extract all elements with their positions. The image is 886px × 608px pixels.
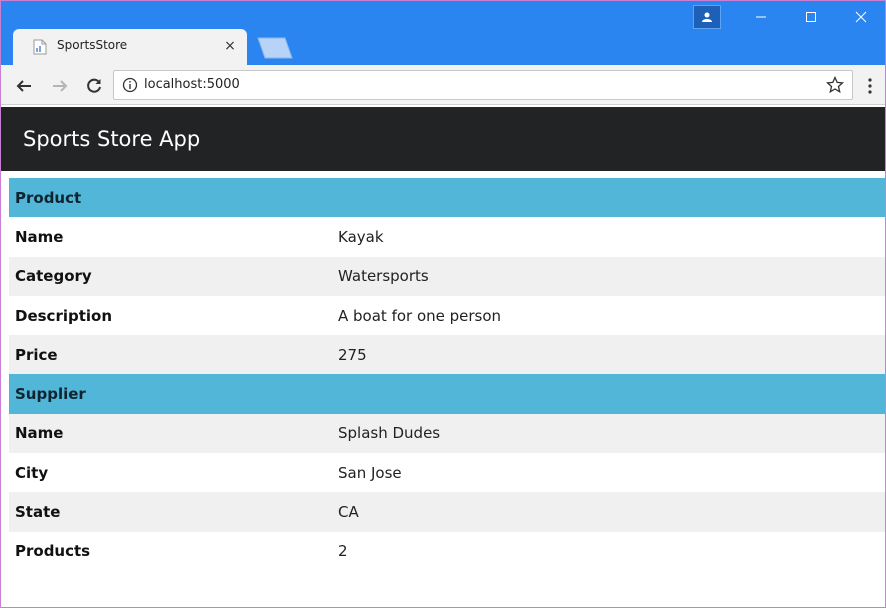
app-brand: Sports Store App (23, 127, 201, 151)
row-label: State (15, 503, 61, 522)
new-tab-button[interactable] (255, 37, 295, 59)
section-title: Supplier (15, 385, 86, 404)
maximize-button[interactable] (787, 1, 835, 33)
back-arrow-icon[interactable] (13, 75, 35, 97)
reload-icon[interactable] (83, 75, 105, 97)
table-row: Category Watersports (9, 256, 885, 296)
row-value: 2 (338, 542, 348, 561)
row-value: Kayak (338, 227, 384, 246)
details-table: Product Name Kayak Category Watersports … (9, 178, 885, 571)
row-label: Price (15, 345, 58, 364)
row-label: Category (15, 267, 92, 286)
address-bar[interactable]: localhost:5000 (113, 70, 853, 100)
minimize-button[interactable] (737, 1, 785, 33)
profile-icon[interactable] (693, 5, 721, 29)
product-section-header: Product (9, 178, 885, 218)
row-value: 275 (338, 345, 367, 364)
table-row: State CA (9, 492, 885, 532)
row-value: Watersports (338, 267, 429, 286)
section-title: Product (15, 188, 82, 207)
row-value: San Jose (338, 463, 402, 482)
page-icon (33, 39, 47, 55)
url-text: localhost:5000 (144, 77, 240, 92)
row-label: City (15, 463, 49, 482)
row-label: Products (15, 542, 91, 561)
title-bar: SportsStore × (1, 1, 885, 65)
supplier-section-header: Supplier (9, 374, 885, 414)
forward-arrow-icon[interactable] (49, 75, 71, 97)
info-icon[interactable] (122, 77, 138, 93)
table-row: Name Splash Dudes (9, 413, 885, 454)
more-menu-icon[interactable] (863, 77, 877, 95)
row-value: A boat for one person (338, 306, 502, 325)
row-value: CA (338, 503, 359, 522)
table-row: Name Kayak (9, 217, 885, 257)
table-row: Description A boat for one person (9, 295, 885, 336)
row-value: Splash Dudes (338, 424, 441, 443)
browser-toolbar: localhost:5000 (1, 65, 885, 105)
tab-sportsstore[interactable]: SportsStore × (13, 29, 247, 65)
browser-window: SportsStore × localhost:5000 Sports Stor… (0, 0, 886, 608)
table-row: Products 2 (9, 531, 885, 571)
table-row: City San Jose (9, 453, 885, 493)
tab-close-icon[interactable]: × (221, 37, 239, 55)
tab-title: SportsStore (57, 38, 128, 52)
row-label: Description (15, 306, 113, 325)
bookmark-star-icon[interactable] (825, 75, 845, 94)
table-row: Price 275 (9, 335, 885, 375)
row-label: Name (15, 227, 64, 246)
app-navbar: Sports Store App (1, 107, 885, 171)
close-window-button[interactable] (837, 1, 885, 33)
row-label: Name (15, 424, 64, 443)
